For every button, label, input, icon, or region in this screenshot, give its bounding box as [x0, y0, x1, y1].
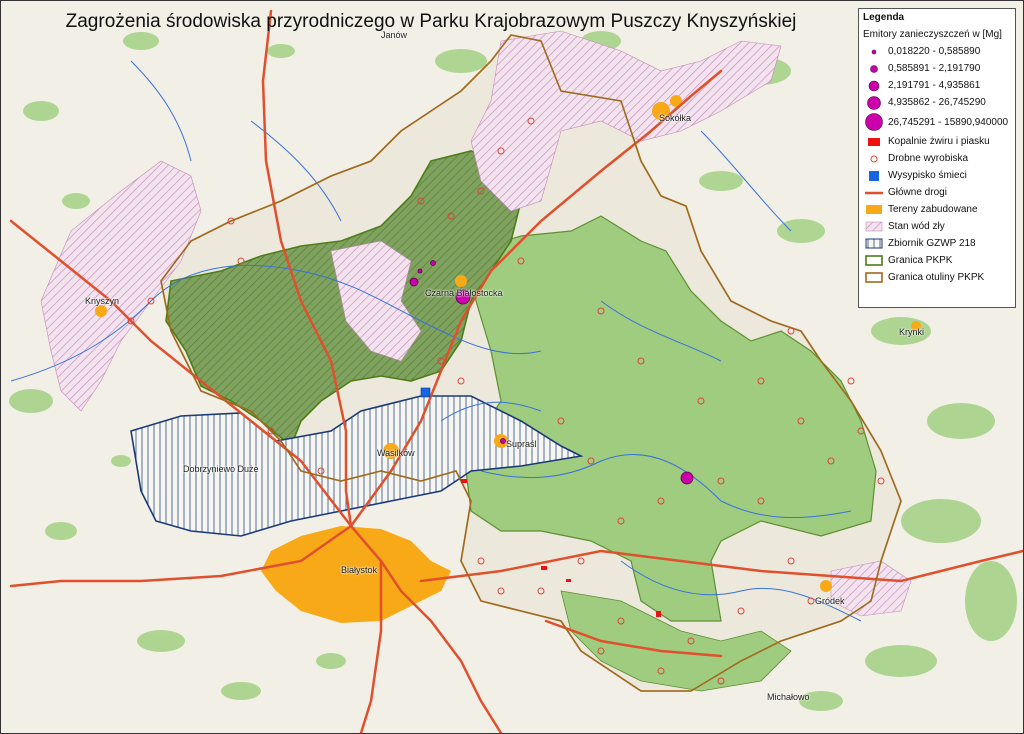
- legend-item-landfill: Wysypisko śmieci: [863, 167, 1011, 184]
- place-label-knyszyn: Knyszyn: [85, 296, 120, 306]
- legend-item-roads: Główne drogi: [863, 184, 1011, 201]
- place-label-sokolka: Sokółka: [659, 113, 692, 123]
- place-label-michalowo: Michałowo: [767, 692, 810, 702]
- legend-emitter-class-3: 2,191791 - 4,935861: [863, 77, 1011, 94]
- map-frame: Zagrożenia środowiska przyrodniczego w P…: [0, 0, 1024, 734]
- legend-emitter-class-2: 0,585891 - 2,191790: [863, 60, 1011, 77]
- mine-rect-icon: [863, 137, 885, 147]
- legend-emitters-heading: Emitory zanieczyszczeń w [Mg]: [863, 29, 1002, 40]
- map-legend: Legenda Emitory zanieczyszczeń w [Mg] 0,…: [858, 8, 1016, 308]
- landfill-square-icon: [863, 170, 885, 182]
- place-label-czarna-bialostocka: Czarna Białostocka: [425, 288, 503, 298]
- gzwp-hatch-swatch-icon: [863, 238, 885, 249]
- legend-emitter-class-4: 4,935862 - 26,745290: [863, 94, 1011, 111]
- legend-item-built-up: Tereny zabudowane: [863, 201, 1011, 218]
- emitter-dot-xl-icon: [863, 112, 885, 132]
- place-label-dobrzyniewo-duze: Dobrzyniewo Duże: [183, 464, 259, 474]
- water-hatch-swatch-icon: [863, 221, 885, 232]
- place-label-wasilkow: Wasilków: [377, 448, 415, 458]
- legend-item-excavations: Drobne wyrobiska: [863, 150, 1011, 167]
- emitter-dot-l-icon: [863, 95, 885, 111]
- excavation-circle-icon: [863, 154, 885, 164]
- legend-item-gzwp: Zbiornik GZWP 218: [863, 235, 1011, 252]
- legend-emitter-class-1: 0,018220 - 0,585890: [863, 43, 1011, 60]
- landfill-marker: [420, 387, 431, 398]
- legend-item-mines: Kopalnie żwiru i piasku: [863, 133, 1011, 150]
- place-label-bialystok: Białystok: [341, 565, 378, 575]
- place-label-suprasl: Supraśl: [506, 439, 537, 449]
- place-label-grodek: Gródek: [815, 596, 845, 606]
- place-label-krynki: Krynki: [899, 327, 925, 337]
- legend-item-water-state: Stan wód zły: [863, 218, 1011, 235]
- legend-item-pkpk-border: Granica PKPK: [863, 252, 1011, 269]
- road-line-icon: [863, 189, 885, 197]
- legend-emitter-class-5: 26,745291 - 15890,940000: [863, 111, 1011, 133]
- emitter-dot-xs-icon: [863, 47, 885, 57]
- legend-item-otulina-border: Granica otuliny PKPK: [863, 269, 1011, 286]
- otulina-border-swatch-icon: [863, 272, 885, 283]
- emitter-dot-m-icon: [863, 79, 885, 93]
- emitter-dot-s-icon: [863, 63, 885, 75]
- built-up-swatch-icon: [863, 204, 885, 215]
- legend-title: Legenda: [863, 12, 905, 23]
- map-title: Zagrożenia środowiska przyrodniczego w P…: [65, 11, 797, 32]
- place-label-janow: Janów: [381, 30, 408, 40]
- pkpk-border-swatch-icon: [863, 255, 885, 266]
